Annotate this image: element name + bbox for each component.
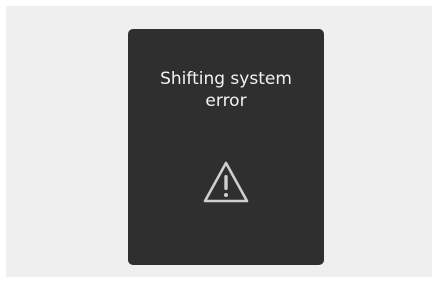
- error-message-panel: Shifting system error: [128, 29, 324, 265]
- error-message-line-1: Shifting system: [160, 69, 292, 89]
- screen-background: Shifting system error: [6, 6, 432, 277]
- error-message-line-2: error: [205, 91, 247, 111]
- warning-triangle-icon: [203, 161, 249, 203]
- error-message: Shifting system error: [128, 68, 324, 112]
